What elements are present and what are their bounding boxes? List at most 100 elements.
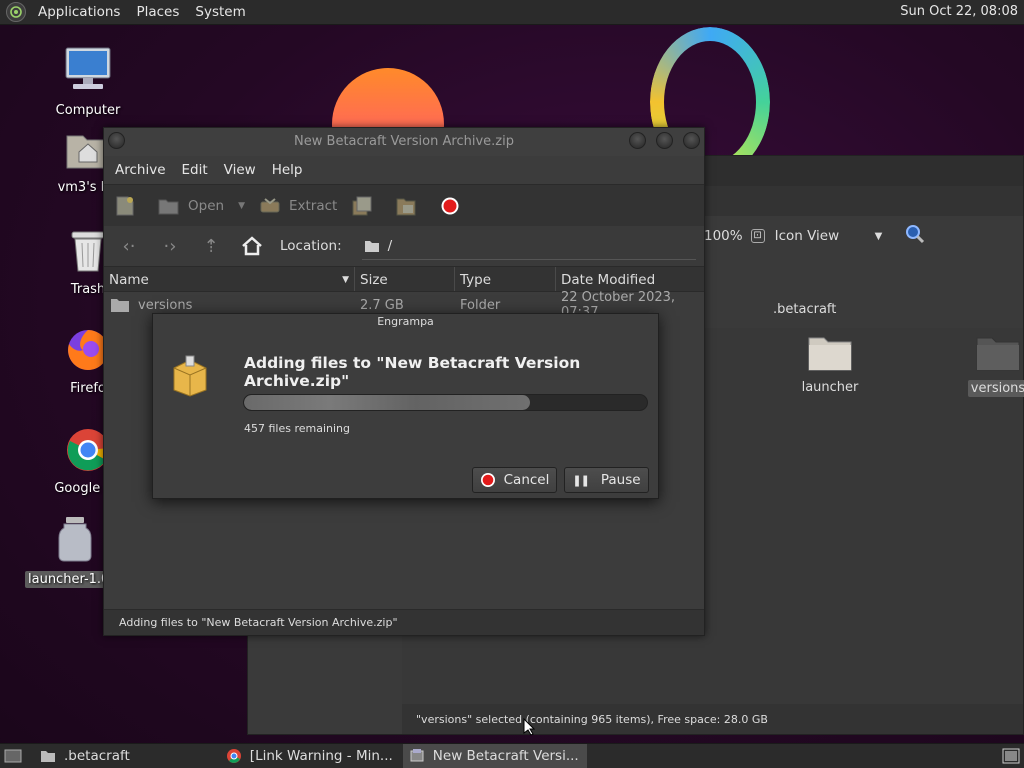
menu-archive[interactable]: Archive xyxy=(107,162,174,178)
view-mode-select[interactable]: Icon View xyxy=(775,228,875,244)
desktop-icon-label: Firefo xyxy=(70,381,106,396)
menu-help[interactable]: Help xyxy=(264,162,311,178)
extract-icon xyxy=(259,195,281,217)
folder-icon xyxy=(111,299,129,312)
pause-button[interactable]: ❚❚ Pause xyxy=(564,467,649,493)
stop-icon xyxy=(439,195,461,217)
file-list-header: Name ▼ Size Type Date Modified xyxy=(104,266,704,292)
row-name: versions xyxy=(138,297,193,313)
folder-item-versions[interactable]: versions xyxy=(958,332,1024,397)
home-button[interactable] xyxy=(237,233,267,259)
add-folder-button[interactable] xyxy=(395,195,425,217)
column-type[interactable]: Type xyxy=(455,267,556,291)
open-label: Open xyxy=(188,197,225,214)
workspace-switcher[interactable] xyxy=(1002,748,1020,768)
tab-betacraft[interactable]: .betacraft xyxy=(773,294,836,324)
desktop-icon-label: Computer xyxy=(55,103,121,118)
location-bar: ‹· ·› ⇡ Location: / xyxy=(104,226,704,266)
location-path: / xyxy=(387,237,393,254)
forward-button[interactable]: ·› xyxy=(155,233,185,259)
column-name-label: Name xyxy=(109,272,149,288)
menu-applications[interactable]: Applications xyxy=(30,4,128,20)
column-type-label: Type xyxy=(460,272,492,288)
cell-size: 2.7 GB xyxy=(360,297,404,313)
pause-icon: ❚❚ xyxy=(572,473,589,487)
file-manager-statusbar: "versions" selected (containing 965 item… xyxy=(402,704,1023,734)
dialog-heading: Adding files to "New Betacraft Version A… xyxy=(244,354,581,390)
top-panel: Applications Places System Sun Oct 22, 0… xyxy=(0,0,1024,25)
menu-places[interactable]: Places xyxy=(128,4,187,20)
column-date-label: Date Modified xyxy=(561,272,656,288)
window-title: New Betacraft Version Archive.zip xyxy=(294,134,514,149)
location-label: Location: xyxy=(280,238,342,254)
cell-name: versions xyxy=(104,297,355,313)
add-files-icon xyxy=(351,195,373,217)
desktop-icon-label: Trash xyxy=(70,282,106,297)
mouse-cursor xyxy=(523,717,536,740)
chevron-down-icon[interactable]: ▼ xyxy=(875,231,883,242)
tab-label: .betacraft xyxy=(773,301,837,317)
column-date[interactable]: Date Modified xyxy=(556,267,704,291)
column-name[interactable]: Name ▼ xyxy=(104,267,355,291)
archive-menubar: Archive Edit View Help xyxy=(104,156,704,184)
dialog-title: Engrampa xyxy=(377,315,434,328)
bottom-panel: .betacraft [Link Warning - Min... New Be… xyxy=(0,743,1024,768)
taskbar-item-betacraft[interactable]: .betacraft xyxy=(34,744,138,768)
folder-icon xyxy=(976,337,1020,371)
new-archive-icon xyxy=(114,195,136,217)
folder-icon xyxy=(40,748,56,764)
menu-edit[interactable]: Edit xyxy=(174,162,216,178)
cancel-label: Cancel xyxy=(503,472,550,488)
file-item-label: launcher xyxy=(801,380,859,395)
archive-manager-icon xyxy=(409,748,425,764)
folder-icon xyxy=(364,240,379,252)
folder-item-launcher[interactable]: launcher xyxy=(790,332,870,395)
arrow-right-icon: ·› xyxy=(163,235,177,257)
zoom-reset-button[interactable]: ⊡ xyxy=(750,229,765,243)
minimize-button[interactable] xyxy=(629,132,646,149)
files-remaining: 457 files remaining xyxy=(244,422,351,435)
taskbar-label: New Betacraft Versi... xyxy=(432,748,579,764)
column-size-label: Size xyxy=(360,272,388,288)
new-archive-button[interactable] xyxy=(114,195,144,217)
archive-toolbar: Open ▼ Extract xyxy=(104,184,704,226)
taskbar-label: .betacraft xyxy=(64,748,130,764)
computer-icon xyxy=(65,47,111,89)
progress-bar-fill xyxy=(244,395,531,410)
chevron-down-icon[interactable]: ▼ xyxy=(238,201,245,211)
column-size[interactable]: Size xyxy=(355,267,455,291)
open-button[interactable]: Open ▼ xyxy=(158,195,245,217)
search-icon[interactable] xyxy=(904,223,926,249)
add-folder-icon xyxy=(395,195,417,217)
extract-label: Extract xyxy=(288,197,338,214)
archive-window-titlebar[interactable]: New Betacraft Version Archive.zip xyxy=(104,128,704,156)
clock[interactable]: Sun Oct 22, 08:08 xyxy=(900,4,1018,19)
workspace-icon xyxy=(1002,748,1020,764)
add-files-button[interactable] xyxy=(351,195,381,217)
folder-icon xyxy=(808,337,852,371)
menu-view[interactable]: View xyxy=(216,162,264,178)
extract-button[interactable]: Extract xyxy=(259,195,337,217)
show-desktop-icon xyxy=(4,749,22,763)
close-button[interactable] xyxy=(683,132,700,149)
stop-icon xyxy=(480,473,495,487)
menu-system[interactable]: System xyxy=(187,4,253,20)
show-desktop-button[interactable] xyxy=(0,744,32,768)
stop-button[interactable] xyxy=(439,195,469,217)
chrome-icon xyxy=(226,748,242,764)
up-button[interactable]: ⇡ xyxy=(196,233,226,259)
cancel-button[interactable]: Cancel xyxy=(472,467,557,493)
zoom-level: 100% xyxy=(704,228,743,244)
taskbar-item-archive[interactable]: New Betacraft Versi... xyxy=(402,744,587,768)
file-item-label: versions xyxy=(967,380,1024,397)
arrow-up-icon: ⇡ xyxy=(203,235,219,257)
open-folder-icon xyxy=(158,195,180,217)
archive-statusbar: Adding files to "New Betacraft Version A… xyxy=(104,609,704,635)
progress-bar xyxy=(243,394,648,411)
desktop-icon-computer[interactable]: Computer xyxy=(38,45,138,118)
location-field[interactable]: / xyxy=(361,232,696,260)
back-button[interactable]: ‹· xyxy=(114,233,144,259)
mate-logo-icon[interactable] xyxy=(6,2,26,22)
taskbar-item-chrome[interactable]: [Link Warning - Min... xyxy=(220,744,401,768)
maximize-button[interactable] xyxy=(656,132,673,149)
